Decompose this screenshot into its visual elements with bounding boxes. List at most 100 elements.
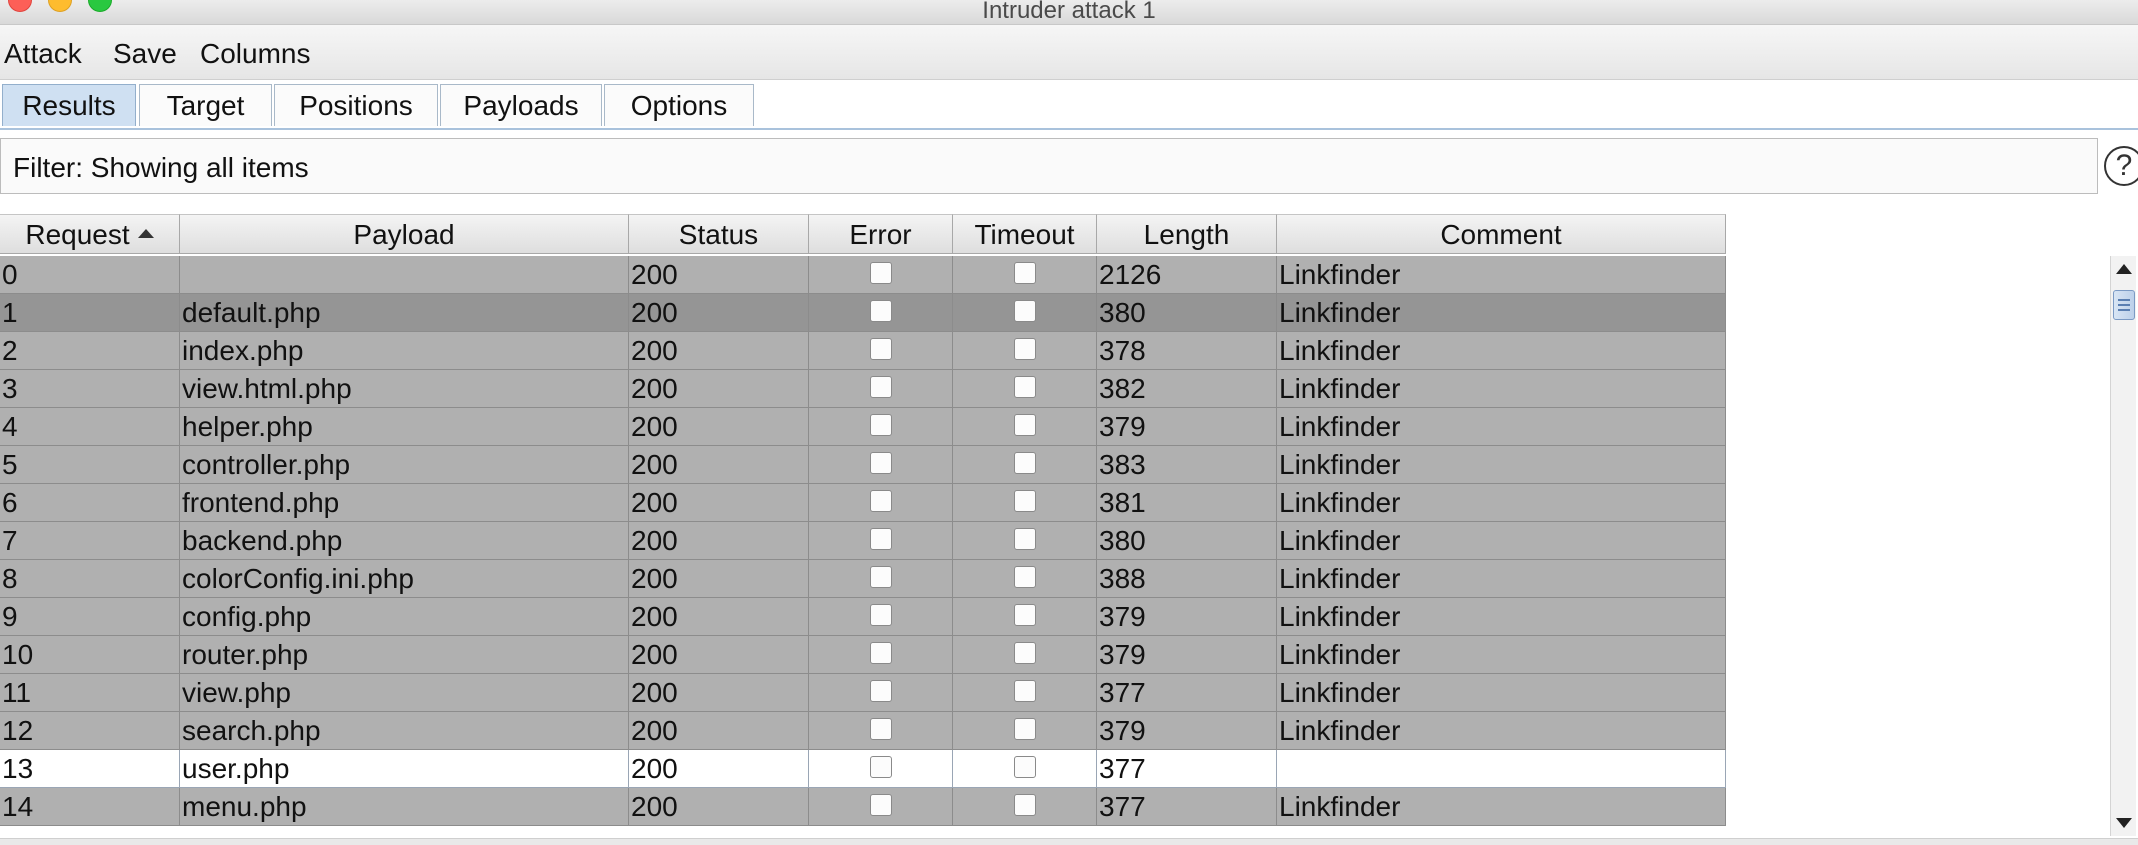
tab-payloads[interactable]: Payloads [440, 84, 602, 126]
scroll-up-arrow-icon[interactable] [2116, 264, 2132, 274]
length-cell: 379 [1097, 636, 1277, 674]
table-row[interactable]: 13 user.php 200 377 [0, 750, 1726, 788]
payload-cell: helper.php [180, 408, 629, 446]
error-checkbox[interactable] [870, 680, 892, 702]
filter-label: Filter: Showing all items [13, 152, 309, 183]
request-cell: 11 [0, 674, 180, 712]
table-row[interactable]: 0 200 2126 Linkfinder [0, 256, 1726, 294]
timeout-checkbox[interactable] [1014, 794, 1036, 816]
error-cell [809, 598, 953, 636]
timeout-checkbox[interactable] [1014, 680, 1036, 702]
error-checkbox[interactable] [870, 414, 892, 436]
menu-save[interactable]: Save [113, 38, 177, 70]
length-cell: 380 [1097, 522, 1277, 560]
table-row[interactable]: 7 backend.php 200 380 Linkfinder [0, 522, 1726, 560]
error-checkbox[interactable] [870, 756, 892, 778]
table-row[interactable]: 8 colorConfig.ini.php 200 388 Linkfinder [0, 560, 1726, 598]
request-cell: 12 [0, 712, 180, 750]
timeout-checkbox[interactable] [1014, 338, 1036, 360]
comment-cell: Linkfinder [1277, 370, 1726, 408]
scrollbar-thumb[interactable] [2113, 290, 2135, 320]
column-header-payload[interactable]: Payload [180, 214, 629, 254]
error-checkbox[interactable] [870, 604, 892, 626]
timeout-checkbox[interactable] [1014, 604, 1036, 626]
timeout-checkbox[interactable] [1014, 528, 1036, 550]
tab-results[interactable]: Results [2, 84, 136, 126]
timeout-cell [953, 598, 1097, 636]
timeout-cell [953, 674, 1097, 712]
error-checkbox[interactable] [870, 528, 892, 550]
error-checkbox[interactable] [870, 338, 892, 360]
error-cell [809, 712, 953, 750]
menu-columns[interactable]: Columns [200, 38, 310, 70]
menu-attack[interactable]: Attack [4, 38, 82, 70]
table-row[interactable]: 12 search.php 200 379 Linkfinder [0, 712, 1726, 750]
timeout-checkbox[interactable] [1014, 718, 1036, 740]
error-checkbox[interactable] [870, 794, 892, 816]
table-row[interactable]: 14 menu.php 200 377 Linkfinder [0, 788, 1726, 826]
status-cell: 200 [629, 294, 809, 332]
status-cell: 200 [629, 598, 809, 636]
request-cell: 0 [0, 256, 180, 294]
timeout-checkbox[interactable] [1014, 262, 1036, 284]
timeout-checkbox[interactable] [1014, 414, 1036, 436]
column-header-timeout[interactable]: Timeout [953, 214, 1097, 254]
status-cell: 200 [629, 750, 809, 788]
length-cell: 2126 [1097, 256, 1277, 294]
timeout-checkbox[interactable] [1014, 452, 1036, 474]
error-cell [809, 332, 953, 370]
help-icon[interactable]: ? [2104, 146, 2138, 186]
request-cell: 6 [0, 484, 180, 522]
error-checkbox[interactable] [870, 376, 892, 398]
table-row[interactable]: 3 view.html.php 200 382 Linkfinder [0, 370, 1726, 408]
payload-cell: frontend.php [180, 484, 629, 522]
error-cell [809, 560, 953, 598]
table-row[interactable]: 6 frontend.php 200 381 Linkfinder [0, 484, 1726, 522]
status-cell: 200 [629, 674, 809, 712]
table-row[interactable]: 10 router.php 200 379 Linkfinder [0, 636, 1726, 674]
tab-positions[interactable]: Positions [274, 84, 438, 126]
error-checkbox[interactable] [870, 262, 892, 284]
timeout-cell [953, 370, 1097, 408]
timeout-checkbox[interactable] [1014, 756, 1036, 778]
error-checkbox[interactable] [870, 642, 892, 664]
column-header-status[interactable]: Status [629, 214, 809, 254]
table-row[interactable]: 4 helper.php 200 379 Linkfinder [0, 408, 1726, 446]
error-cell [809, 750, 953, 788]
status-cell: 200 [629, 712, 809, 750]
comment-cell: Linkfinder [1277, 408, 1726, 446]
timeout-checkbox[interactable] [1014, 642, 1036, 664]
column-header-error[interactable]: Error [809, 214, 953, 254]
timeout-checkbox[interactable] [1014, 566, 1036, 588]
table-row[interactable]: 5 controller.php 200 383 Linkfinder [0, 446, 1726, 484]
error-checkbox[interactable] [870, 566, 892, 588]
payload-cell: controller.php [180, 446, 629, 484]
error-checkbox[interactable] [870, 718, 892, 740]
tab-options[interactable]: Options [604, 84, 754, 126]
table-row[interactable]: 11 view.php 200 377 Linkfinder [0, 674, 1726, 712]
payload-cell: index.php [180, 332, 629, 370]
filter-bar[interactable]: Filter: Showing all items [0, 138, 2098, 194]
error-checkbox[interactable] [870, 452, 892, 474]
column-header-comment[interactable]: Comment [1277, 214, 1726, 254]
vertical-scrollbar[interactable] [2110, 256, 2136, 836]
comment-cell [1277, 750, 1726, 788]
request-cell: 10 [0, 636, 180, 674]
comment-cell: Linkfinder [1277, 332, 1726, 370]
status-cell: 200 [629, 636, 809, 674]
table-row[interactable]: 2 index.php 200 378 Linkfinder [0, 332, 1726, 370]
error-checkbox[interactable] [870, 300, 892, 322]
timeout-checkbox[interactable] [1014, 490, 1036, 512]
column-header-length[interactable]: Length [1097, 214, 1277, 254]
error-checkbox[interactable] [870, 490, 892, 512]
scroll-down-arrow-icon[interactable] [2116, 818, 2132, 828]
timeout-checkbox[interactable] [1014, 376, 1036, 398]
column-header-request[interactable]: Request [0, 214, 180, 254]
timeout-cell [953, 408, 1097, 446]
tab-target[interactable]: Target [139, 84, 272, 126]
error-cell [809, 370, 953, 408]
timeout-cell [953, 332, 1097, 370]
timeout-checkbox[interactable] [1014, 300, 1036, 322]
table-row[interactable]: 1 default.php 200 380 Linkfinder [0, 294, 1726, 332]
table-row[interactable]: 9 config.php 200 379 Linkfinder [0, 598, 1726, 636]
